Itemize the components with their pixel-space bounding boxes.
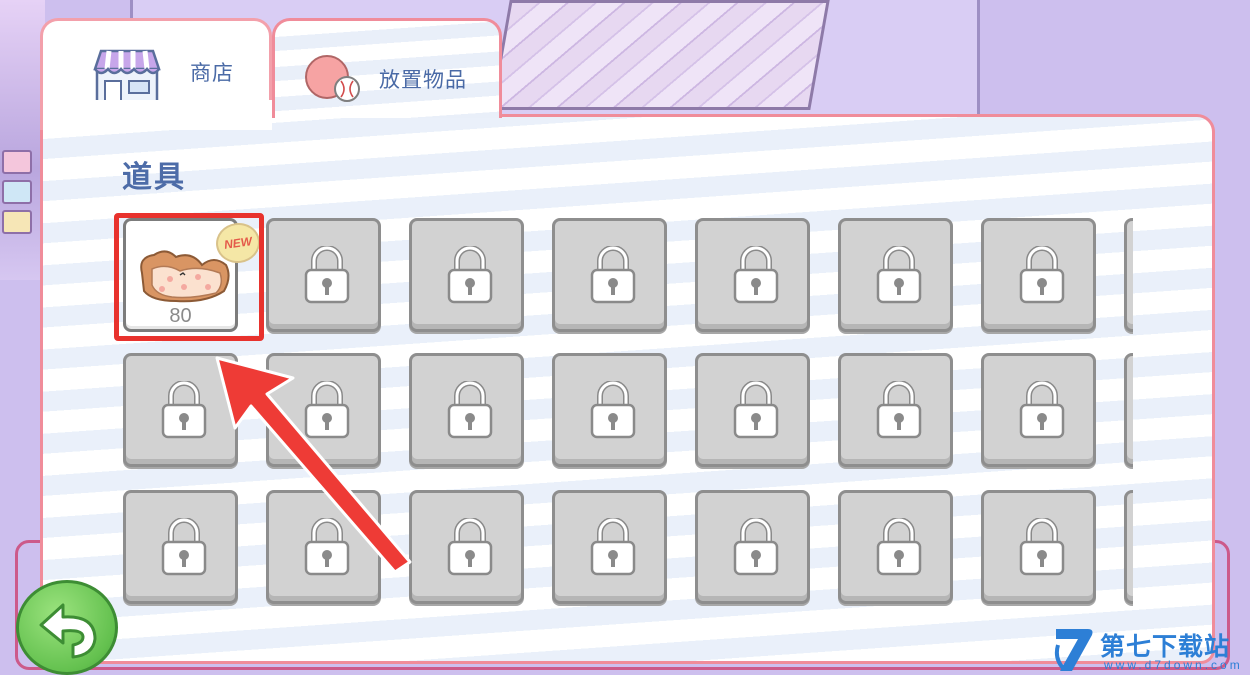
locked-slot[interactable]	[981, 353, 1096, 467]
locked-slot[interactable]	[695, 490, 810, 604]
lock-icon	[733, 246, 779, 304]
lock-icon	[733, 518, 779, 576]
locked-slot[interactable]	[409, 218, 524, 332]
background-floor-tiles	[490, 0, 830, 110]
tab-shop-label: 商店	[190, 61, 234, 85]
watermark: 第七下载站 www.d7down.com	[1052, 625, 1240, 675]
gift-box-icon	[2, 180, 32, 204]
lock-icon	[590, 381, 636, 439]
d7-logo-icon	[1054, 629, 1093, 671]
lock-icon	[447, 246, 493, 304]
lock-icon	[1019, 246, 1065, 304]
locked-slot[interactable]	[838, 218, 953, 332]
back-button[interactable]	[16, 580, 118, 675]
lock-icon	[876, 518, 922, 576]
lock-icon	[590, 518, 636, 576]
background-decoration	[0, 0, 45, 280]
ball-icon	[305, 55, 360, 102]
locked-slot[interactable]	[552, 353, 667, 467]
locked-slot[interactable]	[1124, 490, 1133, 604]
locked-slot[interactable]	[409, 490, 524, 604]
lock-icon	[590, 246, 636, 304]
section-title: 道具	[122, 160, 186, 195]
lock-icon	[1019, 381, 1065, 439]
lock-icon	[447, 518, 493, 576]
gift-box-icon	[2, 210, 32, 234]
locked-slot[interactable]	[695, 218, 810, 332]
watermark-url: www.d7down.com	[1104, 658, 1243, 672]
locked-slot[interactable]	[1124, 353, 1133, 467]
locked-slot[interactable]	[981, 490, 1096, 604]
back-arrow-icon	[39, 603, 97, 659]
locked-slot[interactable]	[1124, 218, 1133, 332]
lock-icon	[733, 381, 779, 439]
locked-slot[interactable]	[695, 353, 810, 467]
locked-slot[interactable]	[838, 353, 953, 467]
locked-slot[interactable]	[409, 353, 524, 467]
lock-icon	[304, 246, 350, 304]
locked-slot[interactable]	[981, 218, 1096, 332]
gift-box-icon	[2, 150, 32, 174]
lock-icon	[161, 518, 207, 576]
panel-tab-join	[40, 100, 272, 130]
shop-icon	[93, 49, 161, 105]
lock-icon	[447, 381, 493, 439]
lock-icon	[1019, 518, 1065, 576]
lock-icon	[876, 246, 922, 304]
lock-icon	[161, 381, 207, 439]
tab-placed-items-label: 放置物品	[379, 68, 467, 92]
locked-slot[interactable]	[266, 218, 381, 332]
locked-slot[interactable]	[838, 490, 953, 604]
locked-slot[interactable]	[552, 218, 667, 332]
tab-placed-items[interactable]: 放置物品	[272, 18, 502, 118]
locked-slot[interactable]	[552, 490, 667, 604]
lock-icon	[876, 381, 922, 439]
highlight-box	[114, 213, 264, 341]
pointer-arrow-icon	[215, 356, 412, 574]
